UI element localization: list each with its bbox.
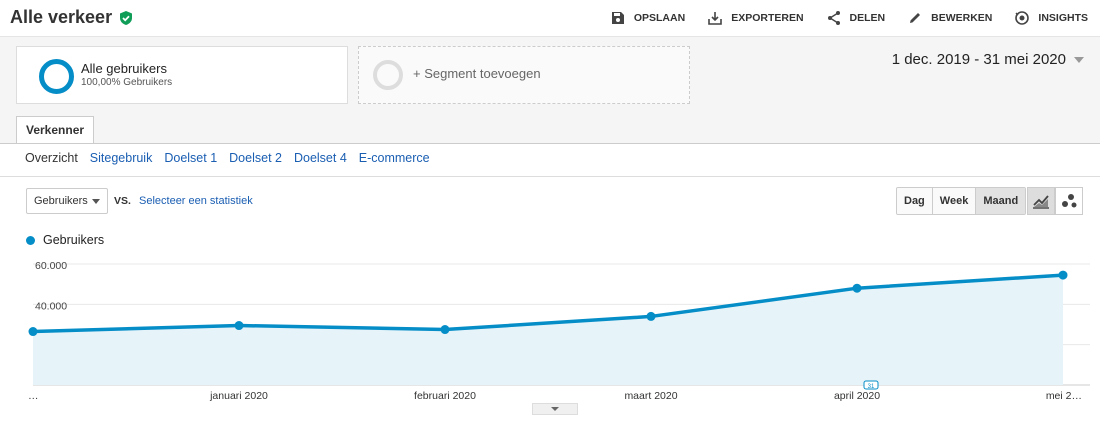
line-chart-icon [1033,195,1049,209]
chevron-down-icon [92,199,100,204]
view-title: Alle verkeer [10,7,134,28]
motion-chart-button[interactable] [1055,187,1083,215]
export-icon [708,12,722,25]
legend-label: Gebruikers [43,233,105,247]
metric-select[interactable]: Gebruikers [26,188,108,214]
segment-detail: 100,00% Gebruikers [81,77,173,88]
subnav-doelset-4[interactable]: Doelset 4 [294,151,347,165]
insights-icon [1015,11,1030,25]
legend-swatch [26,235,35,245]
edit-label: BEWERKEN [931,12,993,24]
report-tabs: Verkenner [0,111,1100,144]
series-area [33,275,1063,385]
motion-chart-icon [1062,194,1077,208]
x-tick-label: mei 2… [1046,390,1082,402]
line-chart-button[interactable] [1027,187,1055,215]
subnav-sitegebruik[interactable]: Sitegebruik [90,151,153,165]
vs-label: VS. [114,195,131,207]
x-tick-label: … [28,390,39,402]
x-tick-label: februari 2020 [414,390,476,402]
chevron-down-icon [1074,56,1084,63]
share-button[interactable]: DELEN [826,10,886,26]
data-point [28,327,38,337]
report-header: Alle verkeer OPSLAAN EXPORTEREN DELEN BE… [0,0,1100,37]
segment-ring-icon [39,59,74,94]
data-point [852,283,862,293]
share-label: DELEN [849,12,886,24]
period-toggle: Dag Week Maand [896,187,1027,215]
collapse-chart-button[interactable] [532,403,578,415]
select-comparison-metric-link[interactable]: Selecteer een statistiek [139,195,253,207]
period-week-button[interactable]: Week [932,188,977,214]
edit-button[interactable]: BEWERKEN [907,10,992,26]
insights-button[interactable]: INSIGHTS [1014,10,1088,26]
subnav-doelset-2[interactable]: Doelset 2 [229,151,282,165]
y-tick-label: 40.000 [35,300,67,312]
view-name: Alle verkeer [10,7,113,27]
segment-all-users[interactable]: Alle gebruikers 100,00% Gebruikers [16,46,348,104]
date-range-picker[interactable]: 1 dec. 2019 - 31 mei 2020 [892,51,1084,68]
chevron-down-icon [551,407,559,411]
explorer-subnav: Overzicht Sitegebruik Doelset 1 Doelset … [25,151,430,165]
segment-bar: Alle gebruikers 100,00% Gebruikers + Seg… [0,37,1100,111]
export-label: EXPORTEREN [731,12,804,24]
tab-verkenner[interactable]: Verkenner [16,116,95,143]
save-button[interactable]: OPSLAAN [610,10,685,26]
divider [0,176,1100,177]
segment-name: Alle gebruikers [81,61,167,76]
date-range-text: 1 dec. 2019 - 31 mei 2020 [891,51,1066,68]
report-toolbar: OPSLAAN EXPORTEREN DELEN BEWERKEN INSIGH… [610,0,1088,36]
add-segment-label: + Segment toevoegen [413,66,541,81]
period-day-button[interactable]: Dag [897,188,933,214]
data-point [1058,270,1068,280]
data-point [440,325,450,335]
x-tick-label: april 2020 [834,390,880,402]
subnav-e-commerce[interactable]: E-commerce [359,151,430,165]
data-point [234,321,244,331]
y-tick-label: 60.000 [35,260,67,272]
chart-type-toggle [1027,187,1083,215]
save-icon [611,12,624,24]
x-tick-label: maart 2020 [624,390,677,402]
x-tick-label: januari 2020 [209,390,268,402]
pencil-icon [910,13,921,23]
data-point [646,311,656,321]
subnav-doelset-1[interactable]: Doelset 1 [164,151,217,165]
share-icon [827,11,840,25]
empty-segment-icon [373,60,403,90]
save-label: OPSLAAN [633,12,686,24]
period-month-button[interactable]: Maand [976,188,1026,214]
chart-legend: Gebruikers [26,233,104,247]
users-chart: 60.00040.00020.00031…januari 2020februar… [28,260,1090,402]
insights-label: INSIGHTS [1038,12,1088,24]
export-button[interactable]: EXPORTEREN [707,10,804,26]
subnav-overzicht[interactable]: Overzicht [25,151,78,165]
verified-shield-icon [120,10,133,25]
metric-select-value: Gebruikers [34,195,88,207]
add-segment-button[interactable]: + Segment toevoegen [358,46,690,104]
